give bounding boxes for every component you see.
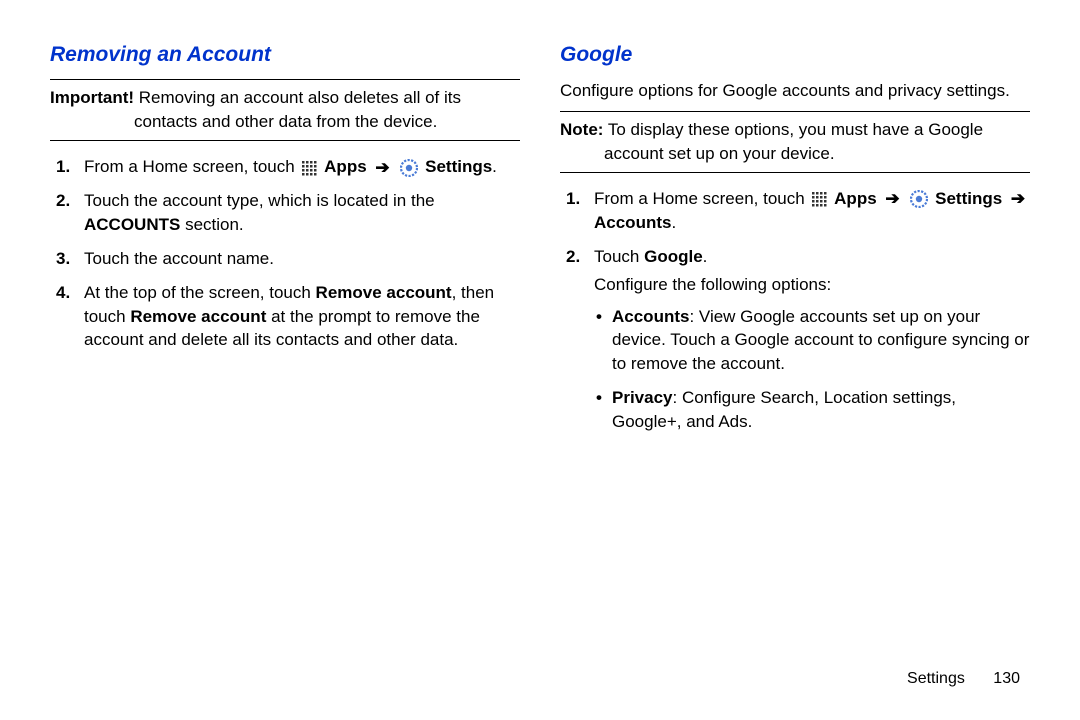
footer-section: Settings (907, 670, 965, 687)
heading-google: Google (560, 40, 1030, 69)
important-body: Removing an account also deletes all of … (134, 88, 461, 131)
left-step-3: Touch the account name. (50, 247, 520, 271)
google-intro: Configure options for Google accounts an… (560, 79, 1030, 103)
nav-apps-label: Apps (324, 157, 367, 176)
rstep2-a: Touch (594, 247, 644, 266)
right-step-2: Touch Google. Configure the following op… (560, 245, 1030, 434)
footer-page-number: 130 (993, 670, 1020, 687)
nav-arrow-icon: ➔ (885, 187, 899, 211)
rnav-accounts-label: Accounts (594, 213, 671, 232)
step2-c: section. (180, 215, 243, 234)
step2-b: ACCOUNTS (84, 215, 180, 234)
step3-text: Touch the account name. (84, 249, 274, 268)
step4-d: Remove account (130, 307, 266, 326)
rnav-settings-label: Settings (935, 189, 1002, 208)
apps-grid-icon (301, 160, 317, 176)
rstep2-b: Google (644, 247, 703, 266)
note-notice: Note: To display these options, you must… (560, 111, 1030, 173)
note-body: To display these options, you must have … (603, 120, 983, 163)
left-column: Removing an Account Important! Removing … (50, 40, 520, 444)
left-steps-list: From a Home screen, touch Apps ➔ (50, 155, 520, 352)
two-column-layout: Removing an Account Important! Removing … (50, 40, 1030, 444)
important-label: Important! (50, 88, 134, 107)
note-text: Note: To display these options, you must… (560, 118, 1030, 166)
nav-arrow-icon: ➔ (375, 156, 389, 180)
right-steps-list: From a Home screen, touch Apps ➔ (560, 187, 1030, 434)
bullet2-a: Privacy (612, 388, 673, 407)
page-footer: Settings 130 (907, 668, 1020, 690)
rstep1-suffix: . (671, 213, 676, 232)
step4-a: At the top of the screen, touch (84, 283, 316, 302)
step2-a: Touch the account type, which is located… (84, 191, 435, 210)
apps-grid-icon (811, 191, 827, 207)
step4-b: Remove account (316, 283, 452, 302)
right-column: Google Configure options for Google acco… (560, 40, 1030, 444)
right-step-1: From a Home screen, touch Apps ➔ (560, 187, 1030, 235)
options-bullets: Accounts: View Google accounts set up on… (594, 305, 1030, 434)
rstep2-c: . (703, 247, 708, 266)
configure-label: Configure the following options: (594, 273, 1030, 297)
rnav-apps-label: Apps (834, 189, 877, 208)
nav-settings-label: Settings (425, 157, 492, 176)
rstep1-prefix: From a Home screen, touch (594, 189, 809, 208)
nav-arrow-icon: ➔ (1011, 187, 1025, 211)
important-text: Important! Removing an account also dele… (50, 86, 520, 134)
bullet1-a: Accounts (612, 307, 689, 326)
settings-gear-icon (400, 159, 418, 177)
bullet-privacy: Privacy: Configure Search, Location sett… (594, 386, 1030, 434)
step1-suffix: . (492, 157, 497, 176)
settings-gear-icon (910, 190, 928, 208)
left-step-1: From a Home screen, touch Apps ➔ (50, 155, 520, 179)
left-step-2: Touch the account type, which is located… (50, 189, 520, 237)
note-label: Note: (560, 120, 603, 139)
bullet-accounts: Accounts: View Google accounts set up on… (594, 305, 1030, 376)
left-step-4: At the top of the screen, touch Remove a… (50, 281, 520, 352)
important-notice: Important! Removing an account also dele… (50, 79, 520, 141)
heading-removing-account: Removing an Account (50, 40, 520, 69)
step1-prefix: From a Home screen, touch (84, 157, 299, 176)
